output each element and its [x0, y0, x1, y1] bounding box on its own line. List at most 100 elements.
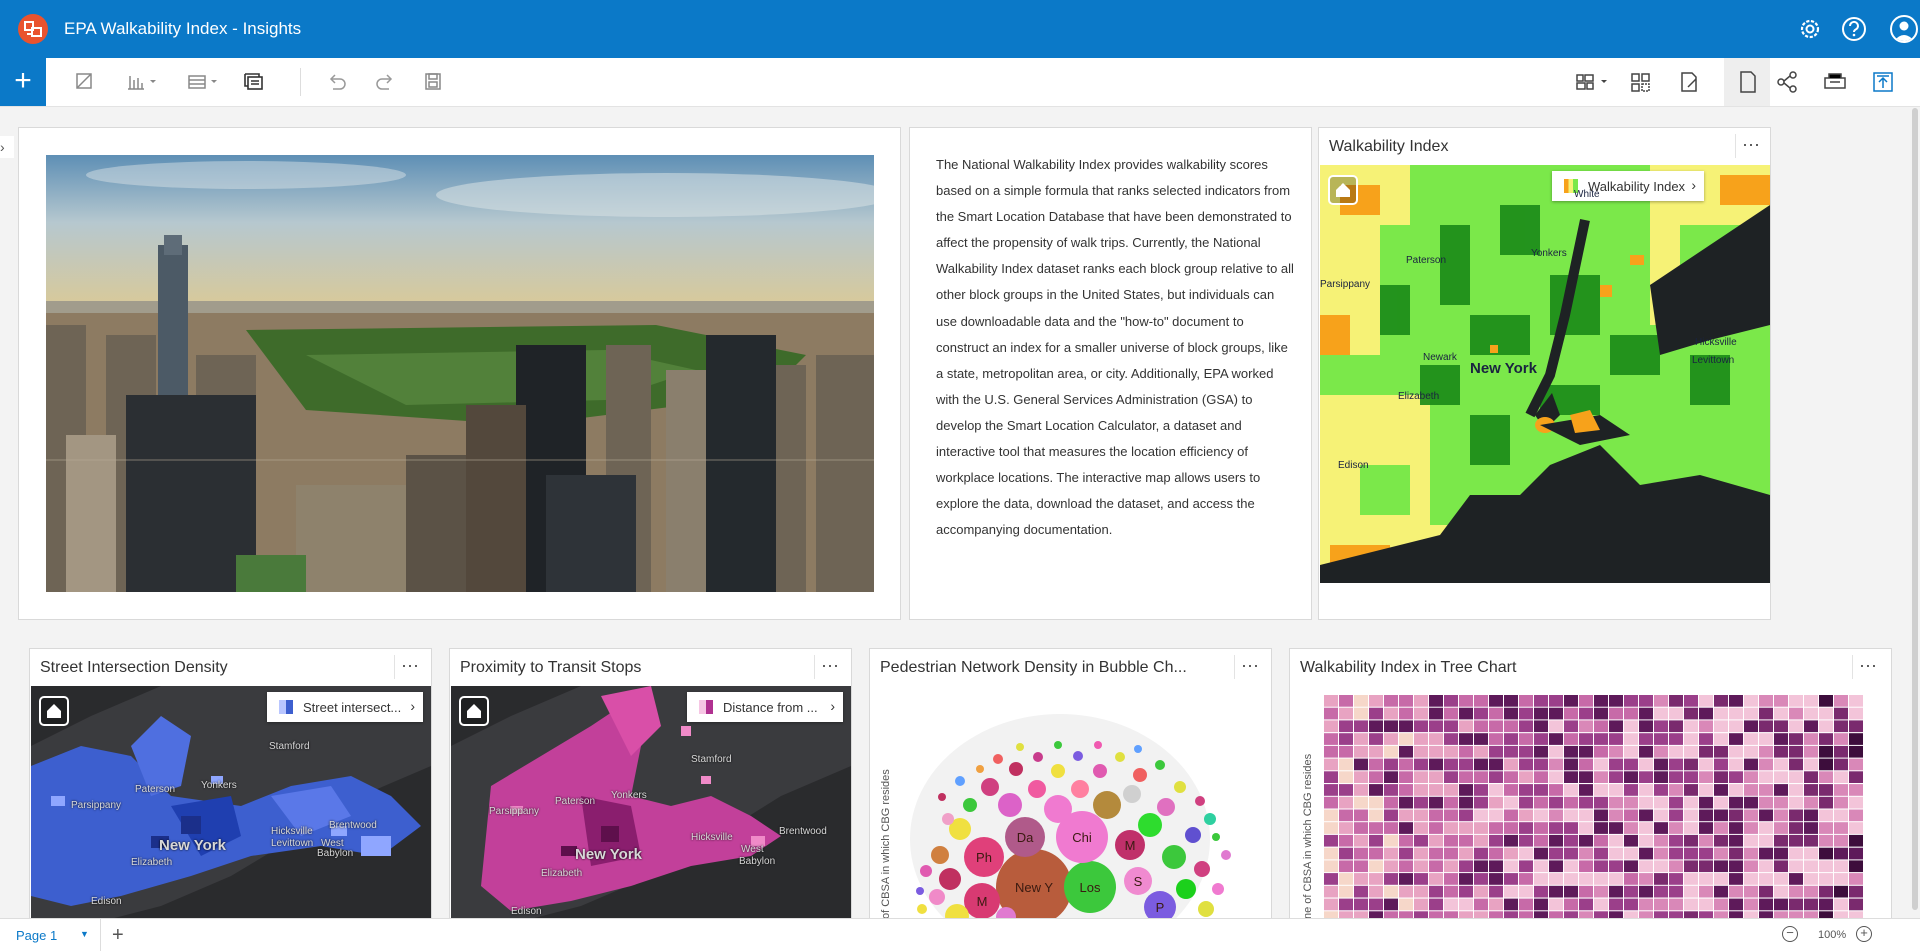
tile-view-icon[interactable] [1628, 70, 1654, 94]
zoom-out-button[interactable]: − [1782, 926, 1798, 942]
card-menu-button[interactable]: ··· [394, 655, 425, 679]
central-park-skyline-image [46, 155, 874, 592]
walkability-map[interactable]: Walkability Index › White Paterson Yonke… [1320, 165, 1770, 583]
map-label-white: White [1574, 189, 1600, 200]
layout-grid-icon[interactable] [1574, 70, 1607, 94]
card-menu-button[interactable]: ··· [1234, 655, 1265, 679]
transit-proximity-map[interactable]: Distance from ... › Stamford Paterson Yo… [451, 686, 851, 922]
add-chart-icon[interactable] [124, 70, 156, 94]
map-label-yonkers: Yonkers [1531, 248, 1567, 259]
chart-axis-label: of CBSA in which CBG resides [880, 769, 892, 919]
map-home-button[interactable] [1328, 175, 1358, 205]
map-label-edison: Edison [1338, 460, 1369, 471]
save-icon[interactable] [420, 70, 446, 94]
map-label-elizabeth: Elizabeth [541, 868, 583, 879]
page-view-icon[interactable] [1724, 58, 1770, 106]
image-card[interactable] [18, 127, 901, 620]
bubble-label-ph: Ph [976, 850, 992, 865]
undo-icon[interactable] [324, 70, 350, 94]
page-scrollbar[interactable] [1910, 108, 1920, 910]
map-label-elizabeth: Elizabeth [1398, 391, 1440, 402]
chevron-right-icon: › [1691, 177, 1696, 193]
map-legend-button[interactable]: Distance from ... › [687, 692, 843, 722]
card-menu-button[interactable]: ··· [814, 655, 845, 679]
card-menu-button[interactable]: ··· [1735, 134, 1766, 158]
main-toolbar: + [0, 58, 1920, 107]
bubble-label-m2: M [977, 894, 988, 909]
map-label-yonkers: Yonkers [611, 790, 647, 801]
redo-icon[interactable] [372, 70, 398, 94]
map-label-hicksville: Hicksville [1695, 337, 1737, 348]
map-label-newark: Newark [1423, 352, 1457, 363]
street-density-map[interactable]: Street intersect... › Stamford Paterson … [31, 686, 431, 922]
model-icon[interactable] [1822, 70, 1848, 94]
map-label-paterson: Paterson [1406, 255, 1447, 266]
transit-proximity-map-card[interactable]: Proximity to Transit Stops ··· Distance … [449, 648, 852, 923]
map-label-brentwood: Brentwood [329, 820, 377, 831]
user-avatar-icon[interactable] [1890, 15, 1918, 43]
settings-gear-icon[interactable] [1796, 15, 1824, 43]
map-label-edison: Edison [511, 906, 542, 917]
card-title: Proximity to Transit Stops [460, 659, 642, 676]
chart-axis-label: ne of CBSA in which CBG resides [1302, 753, 1314, 919]
map-label-stamford: Stamford [269, 741, 310, 752]
side-panel-toggle[interactable]: › [0, 136, 14, 158]
page-properties-icon[interactable] [1676, 70, 1702, 94]
chevron-right-icon: › [410, 698, 415, 714]
walkability-description-text: The National Walkability Index provides … [936, 157, 1294, 538]
map-label-new-york: New York [575, 846, 642, 863]
bubble-chart-card[interactable]: Pedestrian Network Density in Bubble Ch.… [869, 648, 1272, 923]
bubble-label-los: Los [1080, 880, 1101, 895]
bubble-label-p: P [1156, 900, 1165, 915]
tree-chart-card[interactable]: Walkability Index in Tree Chart ··· ne o… [1289, 648, 1892, 923]
map-label-levittown: Levittown [1692, 355, 1735, 366]
help-icon[interactable] [1840, 15, 1868, 43]
add-button[interactable]: + [0, 58, 46, 106]
legend-swatch-icon [699, 700, 713, 714]
share-icon[interactable] [1774, 70, 1800, 94]
map-label-babylon: Babylon [739, 856, 776, 867]
add-table-icon[interactable] [186, 70, 217, 94]
page-tab[interactable]: Page 1 ▼ [0, 919, 101, 951]
card-title: Pedestrian Network Density in Bubble Ch.… [880, 659, 1187, 676]
map-label-parsippany: Parsippany [71, 800, 122, 811]
text-card[interactable]: The National Walkability Index provides … [909, 127, 1312, 620]
app-title: EPA Walkability Index - Insights [64, 19, 302, 38]
legend-label: Distance from ... [723, 700, 818, 715]
zoom-in-button[interactable]: + [1856, 926, 1872, 942]
map-label-babylon: Babylon [317, 848, 354, 859]
street-density-map-card[interactable]: Street Intersection Density ··· Street i… [29, 648, 432, 923]
legend-label: Walkability Index [1588, 179, 1686, 194]
add-page-button[interactable]: + [112, 924, 124, 947]
bubble-label-chi: Chi [1072, 830, 1092, 845]
map-label-new-york: New York [1470, 360, 1537, 377]
page-footer: Page 1 ▼ + − 100% + [0, 918, 1920, 951]
bubble-label-m1: M [1125, 838, 1136, 853]
map-legend-button[interactable]: Street intersect... › [267, 692, 423, 722]
card-title: Walkability Index in Tree Chart [1300, 659, 1517, 676]
card-menu-button[interactable]: ··· [1852, 655, 1883, 679]
publish-icon[interactable] [1870, 70, 1896, 94]
bubble-chart[interactable]: New Y Los Chi Da Ph M M S P D H B [910, 709, 1240, 922]
chevron-right-icon: › [830, 698, 835, 714]
map-label-hicksville: Hicksville [271, 826, 313, 837]
map-label-paterson: Paterson [135, 784, 176, 795]
map-home-button[interactable] [459, 696, 489, 726]
chevron-down-icon[interactable]: ▼ [80, 929, 89, 939]
zoom-level: 100% [1818, 929, 1847, 941]
insights-logo-icon [18, 14, 48, 44]
map-label-new-york: New York [159, 837, 226, 854]
map-label-hicksville: Hicksville [691, 832, 733, 843]
add-page-content-icon[interactable] [242, 70, 268, 94]
scrollbar-thumb[interactable] [1912, 108, 1918, 910]
bubble-label-da: Da [1017, 830, 1034, 845]
bubble-label-new-york: New Y [1015, 880, 1053, 895]
legend-label: Street intersect... [303, 700, 402, 715]
map-home-button[interactable] [39, 696, 69, 726]
toolbar-divider [300, 68, 301, 96]
add-map-icon[interactable] [72, 70, 98, 94]
tree-chart[interactable] [1324, 695, 1864, 922]
bubble-label-s: S [1134, 874, 1143, 889]
card-title: Street Intersection Density [40, 659, 228, 676]
walkability-map-card[interactable]: Walkability Index ··· Walkability Index … [1318, 127, 1771, 620]
